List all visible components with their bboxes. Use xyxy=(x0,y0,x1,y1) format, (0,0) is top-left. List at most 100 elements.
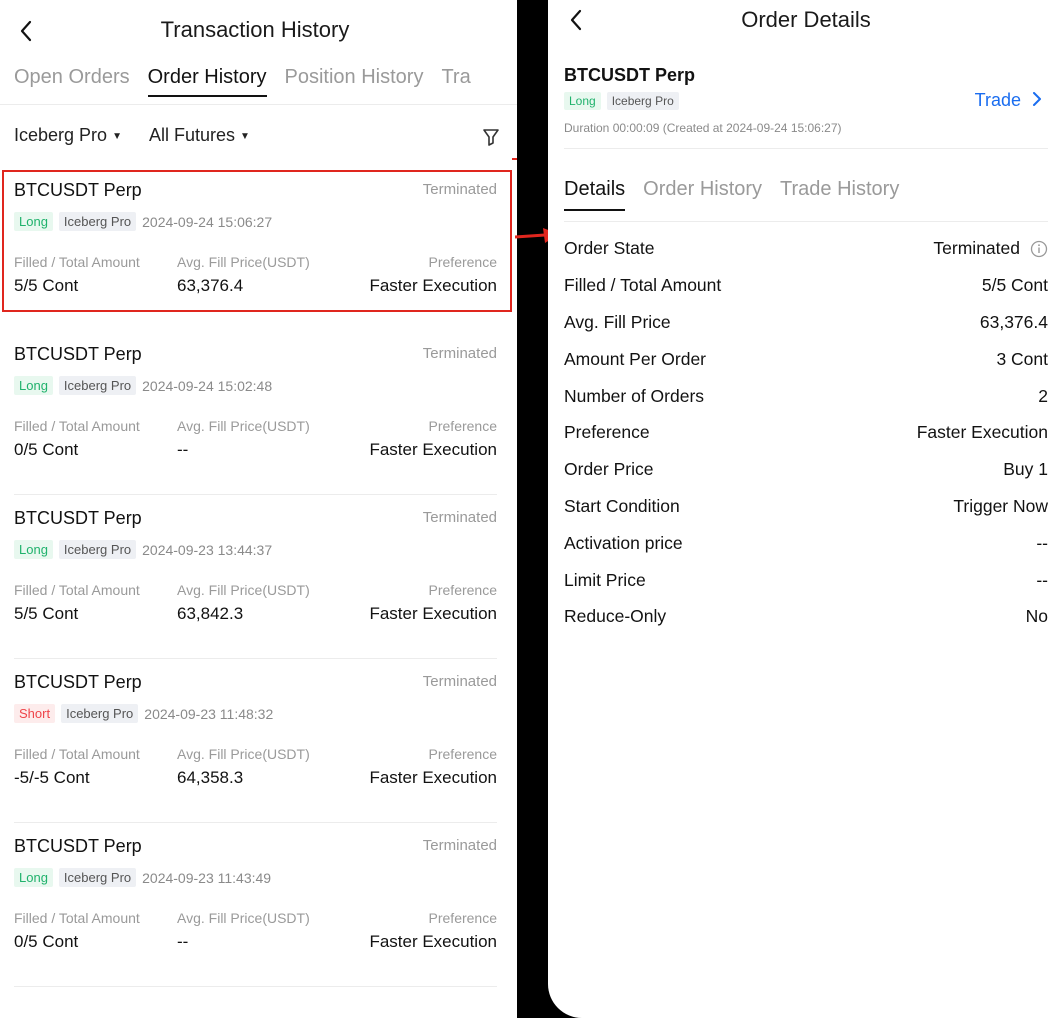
detail-value: 63,376.4 xyxy=(979,312,1048,332)
detail-row-order-state: Order State Terminated xyxy=(564,238,1048,264)
page-title: Order Details xyxy=(741,7,871,32)
detail-value: 2 xyxy=(1038,386,1048,406)
trade-link-label: Trade xyxy=(974,90,1021,110)
detail-tabs: Details Order History Trade History xyxy=(564,178,917,211)
side-badge: Short xyxy=(14,704,56,723)
filled-value: 5/5 Cont xyxy=(14,604,79,623)
order-card[interactable]: BTCUSDT Perp Terminated Long Iceberg Pro… xyxy=(14,508,497,672)
order-card[interactable]: BTCUSDT Perp Terminated Long Iceberg Pro… xyxy=(14,836,497,1000)
order-tags: Long Iceberg Pro 2024-09-23 11:43:49 xyxy=(14,868,271,887)
order-symbol: BTCUSDT Perp xyxy=(14,180,142,200)
order-status: Terminated xyxy=(422,509,497,526)
avg-price-value: 64,358.3 xyxy=(177,768,244,787)
divider xyxy=(564,221,1048,222)
order-symbol: BTCUSDT Perp xyxy=(14,344,142,364)
market-filter[interactable]: All Futures ▼ xyxy=(149,125,250,146)
divider xyxy=(14,986,497,987)
side-badge: Long xyxy=(14,868,53,887)
tab-order-history[interactable]: Order History xyxy=(147,66,267,97)
detail-label: Limit Price xyxy=(564,570,646,590)
tab-trade-history[interactable]: Tra xyxy=(441,66,470,97)
order-type-filter-label: Iceberg Pro xyxy=(14,125,108,145)
detail-label: Activation price xyxy=(564,533,683,553)
preference-label: Preference xyxy=(428,418,497,434)
side-badge: Long xyxy=(564,92,601,110)
order-status: Terminated xyxy=(422,837,497,854)
detail-label: Avg. Fill Price xyxy=(564,312,671,332)
trade-link[interactable]: Trade xyxy=(975,90,1042,111)
filter-bar: Iceberg Pro ▼ All Futures ▼ xyxy=(14,125,504,151)
side-badge: Long xyxy=(14,212,53,231)
order-tags: Long Iceberg Pro 2024-09-24 15:02:48 xyxy=(14,376,272,395)
filled-value: 5/5 Cont xyxy=(14,276,79,295)
order-symbol: BTCUSDT Perp xyxy=(564,65,696,85)
order-status: Terminated xyxy=(422,181,497,198)
caret-down-icon: ▼ xyxy=(240,131,250,142)
detail-value: No xyxy=(1025,606,1048,626)
preference-value: Faster Execution xyxy=(369,604,497,623)
order-type-badge: Iceberg Pro xyxy=(58,212,137,231)
preference-value: Faster Execution xyxy=(369,440,497,459)
detail-label: Preference xyxy=(564,422,650,442)
detail-label: Filled / Total Amount xyxy=(564,275,722,295)
detail-value: -- xyxy=(1036,533,1048,553)
detail-label: Number of Orders xyxy=(564,386,705,406)
detail-label: Order State xyxy=(564,238,655,258)
detail-value: 3 Cont xyxy=(996,349,1048,369)
divider xyxy=(564,148,1048,149)
order-symbol: BTCUSDT Perp xyxy=(14,508,142,528)
order-time: 2024-09-24 15:02:48 xyxy=(142,377,273,394)
tab-order-history[interactable]: Order History xyxy=(643,178,762,211)
order-type-badge: Iceberg Pro xyxy=(58,376,137,395)
divider xyxy=(0,104,517,105)
tab-open-orders[interactable]: Open Orders xyxy=(14,66,130,97)
order-card[interactable]: BTCUSDT Perp Terminated Long Iceberg Pro… xyxy=(14,180,497,344)
filled-label: Filled / Total Amount xyxy=(14,582,140,598)
order-type-filter[interactable]: Iceberg Pro ▼ xyxy=(14,125,122,146)
avg-price-label: Avg. Fill Price(USDT) xyxy=(177,418,310,434)
detail-value: Trigger Now xyxy=(953,496,1048,516)
transaction-history-screen: Transaction History Open Orders Order His… xyxy=(0,0,517,1018)
detail-label: Amount Per Order xyxy=(564,349,706,369)
avg-price-label: Avg. Fill Price(USDT) xyxy=(177,582,310,598)
info-icon[interactable] xyxy=(1030,240,1048,258)
order-tags: Short Iceberg Pro 2024-09-23 11:48:32 xyxy=(14,704,273,723)
preference-label: Preference xyxy=(428,582,497,598)
caret-down-icon: ▼ xyxy=(112,131,122,142)
filled-label: Filled / Total Amount xyxy=(14,910,140,926)
order-time: 2024-09-24 15:06:27 xyxy=(142,213,273,230)
preference-label: Preference xyxy=(428,746,497,762)
order-type-badge: Iceberg Pro xyxy=(58,540,137,559)
tab-details[interactable]: Details xyxy=(564,178,626,211)
detail-value: -- xyxy=(1036,570,1048,590)
detail-row-number-of-orders: Number of Orders 2 xyxy=(564,386,1048,412)
tab-trade-history[interactable]: Trade History xyxy=(780,178,899,211)
detail-row-preference: Preference Faster Execution xyxy=(564,422,1048,448)
order-type-badge: Iceberg Pro xyxy=(58,868,137,887)
order-tags: Long Iceberg Pro 2024-09-24 15:06:27 xyxy=(14,212,272,231)
order-time: 2024-09-23 13:44:37 xyxy=(142,541,273,558)
divider xyxy=(14,822,497,823)
order-type-badge: Iceberg Pro xyxy=(61,704,139,723)
order-symbol: BTCUSDT Perp xyxy=(14,836,142,856)
avg-price-value: -- xyxy=(177,932,189,951)
tab-position-history[interactable]: Position History xyxy=(285,66,424,97)
detail-value: Buy 1 xyxy=(1003,459,1048,479)
chevron-right-icon xyxy=(1033,92,1041,106)
order-time: 2024-09-23 11:43:49 xyxy=(142,869,272,886)
detail-value: Terminated xyxy=(933,238,1048,259)
filled-value: -5/-5 Cont xyxy=(14,768,90,787)
filter-icon[interactable] xyxy=(482,127,500,147)
preference-label: Preference xyxy=(428,254,497,270)
detail-row-limit-price: Limit Price -- xyxy=(564,570,1048,596)
order-card[interactable]: BTCUSDT Perp Terminated Long Iceberg Pro… xyxy=(14,344,497,508)
preference-value: Faster Execution xyxy=(369,932,497,951)
left-header: Transaction History xyxy=(0,0,517,62)
filled-label: Filled / Total Amount xyxy=(14,254,140,270)
avg-price-value: 63,842.3 xyxy=(177,604,244,623)
avg-price-label: Avg. Fill Price(USDT) xyxy=(177,910,310,926)
preference-value: Faster Execution xyxy=(369,768,497,787)
avg-price-label: Avg. Fill Price(USDT) xyxy=(177,746,310,762)
history-tabs: Open Orders Order History Position History… xyxy=(14,66,517,106)
order-card[interactable]: BTCUSDT Perp Terminated Short Iceberg Pr… xyxy=(14,672,497,836)
